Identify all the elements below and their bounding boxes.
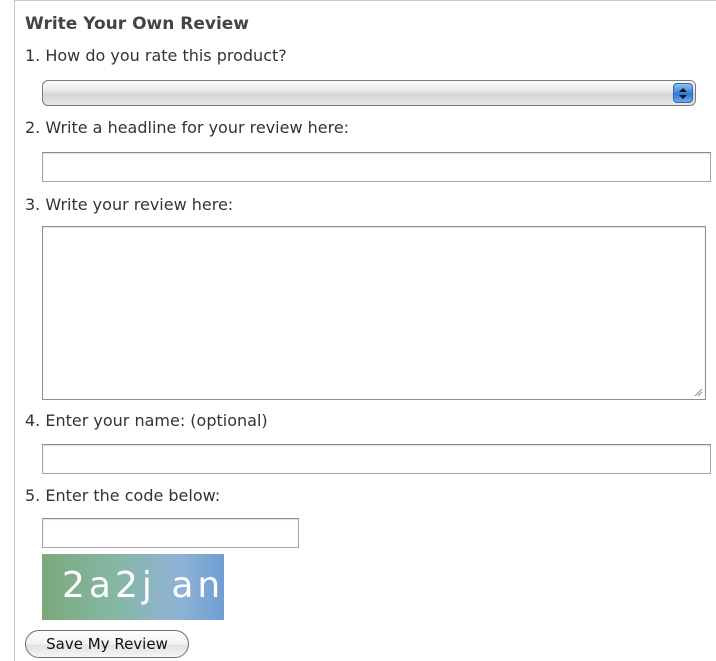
resize-grip-icon[interactable]	[693, 387, 703, 397]
code-label: 5. Enter the code below:	[25, 486, 221, 505]
review-label: 3. Write your review here:	[25, 195, 234, 214]
headline-input[interactable]	[42, 152, 711, 182]
headline-label: 2. Write a headline for your review here…	[25, 118, 350, 137]
captcha-input[interactable]	[42, 518, 299, 548]
name-label: 4. Enter your name: (optional)	[25, 411, 268, 430]
updown-arrows-icon[interactable]	[673, 83, 693, 103]
rating-label: 1. How do you rate this product?	[25, 46, 287, 65]
page-title: Write Your Own Review	[25, 14, 250, 34]
captcha-image: 2a2j an	[42, 554, 224, 620]
review-textarea[interactable]	[42, 226, 706, 400]
rating-select[interactable]	[42, 80, 696, 106]
name-input[interactable]	[42, 444, 711, 474]
captcha-code: 2a2j an	[62, 565, 224, 606]
save-review-button[interactable]: Save My Review	[25, 630, 189, 658]
